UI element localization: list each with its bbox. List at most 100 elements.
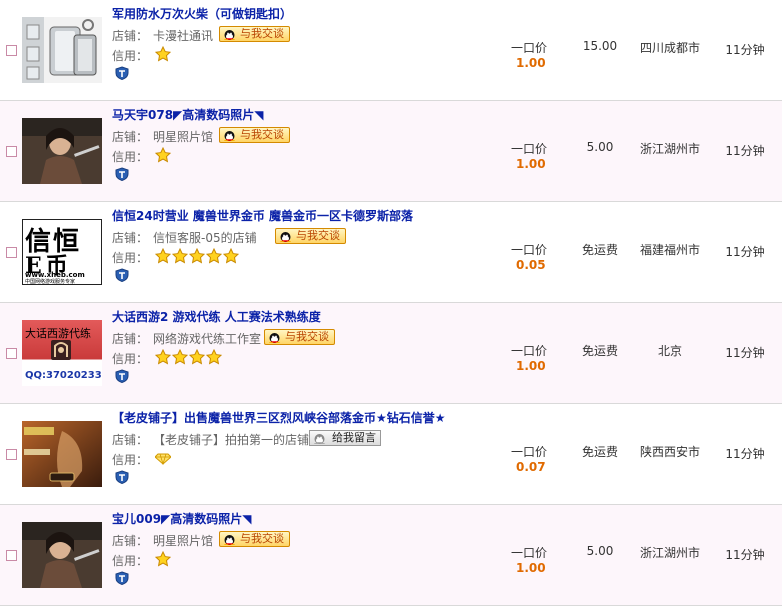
price: 0.07 (516, 460, 546, 474)
select-checkbox[interactable] (6, 348, 17, 359)
listing-row: 马天宇078◤高清数码照片◥ 店铺： 明星照片馆 与我交谈 信用： 一口价 1.00 5.00… (0, 101, 782, 202)
shop-name[interactable]: 明星照片馆 (153, 532, 213, 549)
logo-slogan: 中国网络游戏服务专家 (25, 279, 76, 285)
star-icon (189, 248, 205, 264)
laopi-thumb[interactable] (22, 421, 102, 487)
credit-rating (155, 349, 222, 365)
chat-with-seller-button[interactable]: 与我交谈 (264, 329, 335, 345)
shop-label: 店铺： (112, 130, 149, 144)
select-checkbox[interactable] (6, 449, 17, 460)
portrait-image (22, 118, 102, 184)
credit-label: 信用： (112, 49, 149, 63)
leave-message-button[interactable]: 给我留言 (309, 430, 381, 446)
price: 0.05 (516, 258, 546, 272)
protection-shield-icon (115, 369, 129, 383)
portrait-image (22, 522, 102, 588)
chat-button-label: 与我交谈 (285, 330, 329, 343)
time-left: 11分钟 (725, 43, 765, 57)
chat-with-seller-button[interactable]: 与我交谈 (219, 531, 290, 547)
select-checkbox[interactable] (6, 146, 17, 157)
time-left: 11分钟 (725, 245, 765, 259)
credit-rating (155, 46, 171, 62)
star-icon (155, 46, 171, 62)
seller-location: 浙江湖州市 (639, 546, 700, 560)
seller-location: 陕西西安市 (639, 445, 700, 459)
protection-shield-icon (115, 167, 129, 181)
credit-rating (155, 147, 171, 163)
protection-shield-icon (115, 571, 129, 585)
select-checkbox[interactable] (6, 550, 17, 561)
xinheng-logo-thumb[interactable]: 信恒 E币 www.xheb.com 中国网络游戏服务专家 (22, 219, 102, 285)
chat-with-seller-button[interactable]: 与我交谈 (275, 228, 346, 244)
shipping-fee: 5.00 (586, 140, 614, 154)
shop-name[interactable]: 【老皮铺子】拍拍第一的店铺 (153, 431, 309, 448)
qq-penguin-glyph (224, 131, 235, 142)
star-icon (206, 349, 222, 365)
game-art-image (22, 421, 102, 487)
price-type: 一口价 (511, 142, 548, 156)
star-icon (155, 349, 171, 365)
qq-penguin-glyph (269, 333, 280, 344)
listing-title[interactable]: 军用防水万次火柴（可做钥匙扣） (112, 5, 292, 22)
chat-button-label: 与我交谈 (296, 229, 340, 242)
shop-label: 店铺： (112, 433, 149, 447)
dahua-thumb[interactable]: 大话西游代练 QQ:370202330 (22, 320, 102, 386)
qq-icon (268, 331, 281, 344)
price-type: 一口价 (511, 344, 548, 358)
price: 1.00 (516, 359, 546, 373)
shop-label: 店铺： (112, 332, 149, 346)
star-icon (155, 551, 171, 567)
lighter-thumb[interactable] (22, 17, 102, 83)
time-left: 11分钟 (725, 447, 765, 461)
qq-offline-icon (313, 432, 329, 445)
listing-row: 【老皮铺子】出售魔兽世界三区烈风峡谷部落金币★钻石信誉★ 店铺： 【老皮铺子】拍拍第… (0, 404, 782, 505)
banner-qq: QQ:370202330 (25, 370, 102, 381)
credit-label: 信用： (112, 453, 149, 467)
listing-row: 军用防水万次火柴（可做钥匙扣） 店铺： 卡漫社通讯 与我交谈 信用： 一口价 1.00 15.… (0, 0, 782, 101)
photo-thumb[interactable] (22, 522, 102, 588)
shop-name[interactable]: 明星照片馆 (153, 128, 213, 145)
select-checkbox[interactable] (6, 247, 17, 258)
seller-location: 浙江湖州市 (639, 142, 700, 156)
listing-title[interactable]: 信恒24时营业 魔兽世界金币 魔兽金币一区卡德罗斯部落 (112, 207, 413, 224)
shipping-fee: 免运费 (581, 243, 618, 257)
message-button-label: 给我留言 (332, 431, 376, 444)
qq-penguin-glyph (280, 232, 291, 243)
time-left: 11分钟 (725, 144, 765, 158)
listing-title[interactable]: 大话西游2 游戏代练 人工赛法术熟练度 (112, 308, 321, 325)
price: 1.00 (516, 56, 546, 70)
chat-with-seller-button[interactable]: 与我交谈 (219, 26, 290, 42)
listing-row: 大话西游代练 QQ:370202330 大话西游2 游戏代练 人工赛法术熟练度 店铺：… (0, 303, 782, 404)
price: 1.00 (516, 561, 546, 575)
credit-label: 信用： (112, 554, 149, 568)
credit-rating (155, 450, 171, 465)
price-type: 一口价 (511, 445, 548, 459)
star-icon (172, 349, 188, 365)
lighter-image (22, 17, 97, 83)
qq-penguin-glyph (314, 434, 325, 445)
credit-label: 信用： (112, 251, 149, 265)
seller-location: 北京 (657, 344, 682, 358)
listing-title[interactable]: 【老皮铺子】出售魔兽世界三区烈风峡谷部落金币★钻石信誉★ (112, 409, 446, 426)
protection-shield-icon (115, 66, 129, 80)
shop-name[interactable]: 卡漫社通讯 (153, 27, 213, 44)
chat-button-label: 与我交谈 (240, 532, 284, 545)
time-left: 11分钟 (725, 548, 765, 562)
price-type: 一口价 (511, 546, 548, 560)
qq-icon (223, 129, 236, 142)
listing-list: 军用防水万次火柴（可做钥匙扣） 店铺： 卡漫社通讯 与我交谈 信用： 一口价 1.00 15.… (0, 0, 782, 606)
shop-name[interactable]: 网络游戏代练工作室 (153, 330, 261, 347)
photo-thumb[interactable] (22, 118, 102, 184)
price-type: 一口价 (511, 41, 548, 55)
shop-name[interactable]: 信恒客服-05的店铺 (153, 229, 257, 246)
listing-title[interactable]: 马天宇078◤高清数码照片◥ (112, 106, 264, 123)
star-icon (223, 248, 239, 264)
chat-with-seller-button[interactable]: 与我交谈 (219, 127, 290, 143)
shipping-fee: 5.00 (586, 544, 614, 558)
select-checkbox[interactable] (6, 45, 17, 56)
star-icon (172, 248, 188, 264)
price: 1.00 (516, 157, 546, 171)
listing-title[interactable]: 宝儿009◤高清数码照片◥ (112, 510, 252, 527)
star-icon (189, 349, 205, 365)
star-icon (206, 248, 222, 264)
